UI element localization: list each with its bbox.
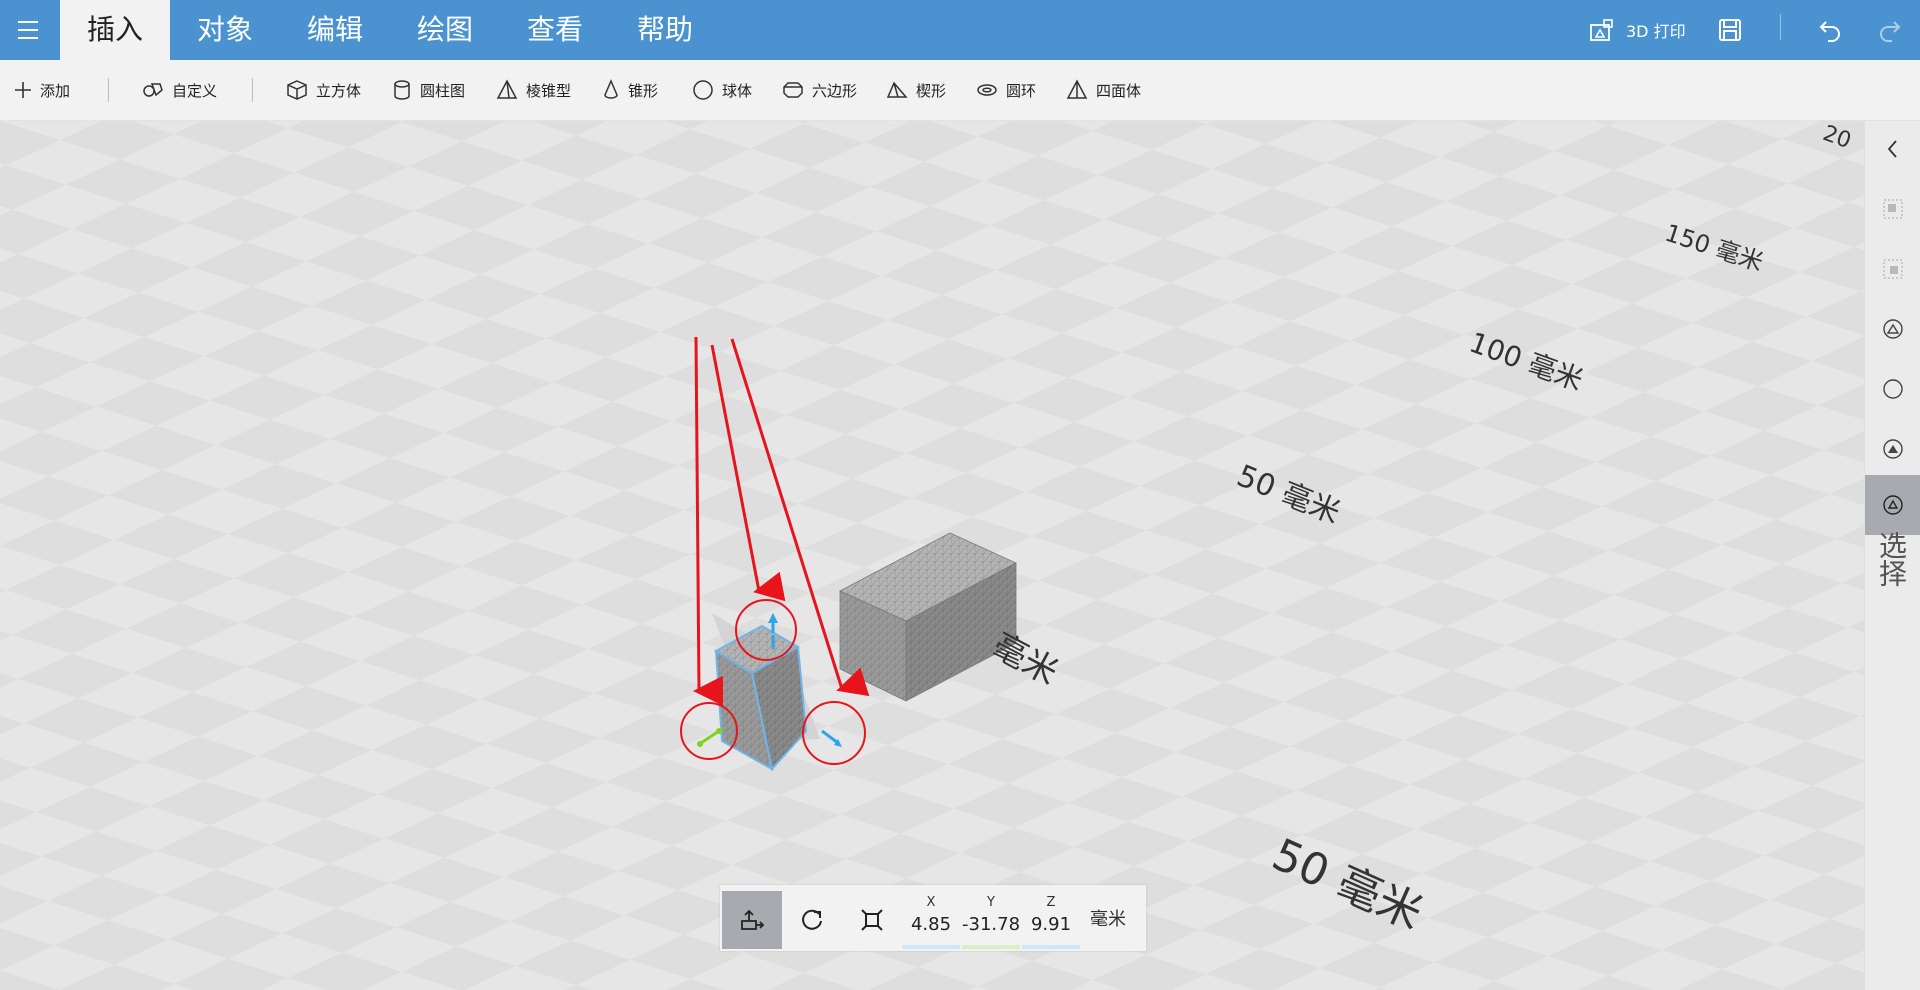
custom-button[interactable]: 自定义 bbox=[142, 60, 217, 120]
print-3d-label: 3D 打印 bbox=[1626, 22, 1686, 41]
right-rail: 选择 bbox=[1864, 121, 1920, 990]
coord-value-z[interactable]: 9.91 bbox=[1022, 914, 1080, 935]
add-label: 添加 bbox=[40, 81, 71, 100]
shape-label: 棱锥型 bbox=[526, 81, 572, 100]
shape-label: 圆环 bbox=[1006, 81, 1037, 100]
select-label[interactable]: 选择 bbox=[1875, 531, 1911, 587]
select-button[interactable] bbox=[1865, 475, 1920, 535]
axis-bar-z bbox=[1022, 945, 1080, 949]
chevron-left-icon bbox=[1887, 140, 1897, 158]
shape-tetrahedron[interactable]: 四面体 bbox=[1066, 60, 1141, 120]
shape-label: 球体 bbox=[722, 81, 753, 100]
toolbar-separator bbox=[252, 78, 253, 102]
menu-separator bbox=[1780, 14, 1781, 40]
select-icon bbox=[1883, 495, 1903, 515]
mirror-icon bbox=[1883, 439, 1903, 459]
save-icon[interactable] bbox=[1714, 14, 1746, 46]
tab-edit[interactable]: 编辑 bbox=[290, 0, 380, 60]
scene-canvas[interactable] bbox=[0, 121, 1864, 990]
shape-torus[interactable]: 圆环 bbox=[976, 60, 1036, 120]
shape-cone[interactable]: 锥形 bbox=[602, 60, 658, 120]
toolbar-separator bbox=[108, 78, 109, 102]
shape-label: 六边形 bbox=[812, 81, 858, 100]
hexagon-icon bbox=[783, 82, 803, 98]
plus-icon bbox=[15, 82, 31, 98]
move-icon bbox=[741, 909, 765, 930]
mirror-button[interactable] bbox=[1865, 421, 1920, 477]
group-button[interactable] bbox=[1865, 181, 1920, 237]
collapse-panel-button[interactable] bbox=[1865, 121, 1920, 177]
ungroup-icon bbox=[1883, 259, 1903, 279]
undo-icon[interactable] bbox=[1814, 14, 1846, 46]
shape-wedge[interactable]: 楔形 bbox=[886, 60, 946, 120]
shape-label: 锥形 bbox=[628, 81, 659, 100]
cone-icon bbox=[604, 79, 618, 99]
coord-z[interactable]: Z 9.91 bbox=[1022, 891, 1080, 949]
add-button[interactable]: 添加 bbox=[14, 60, 70, 120]
move-tool-button[interactable] bbox=[722, 891, 782, 949]
insert-toolbar: 添加 自定义 立方体 圆柱图 棱锥型 锥形 球体 六边形 楔形 圆环 四面体 bbox=[0, 60, 1920, 121]
cube-icon bbox=[287, 80, 307, 100]
group-icon bbox=[1883, 199, 1903, 219]
pyramid-icon bbox=[496, 79, 518, 99]
align-button[interactable] bbox=[1865, 301, 1920, 357]
scale-tool-button[interactable] bbox=[842, 891, 902, 949]
tetrahedron-icon bbox=[1066, 79, 1088, 99]
scale-icon bbox=[861, 909, 883, 931]
transform-panel: X 4.85 Y -31.78 Z 9.91 毫米 bbox=[720, 885, 1146, 951]
tab-help[interactable]: 帮助 bbox=[620, 0, 710, 60]
tab-object[interactable]: 对象 bbox=[180, 0, 270, 60]
shape-label: 四面体 bbox=[1096, 81, 1142, 100]
axis-bar-x bbox=[902, 945, 960, 949]
shape-label: 立方体 bbox=[316, 81, 362, 100]
hamburger-menu-icon[interactable] bbox=[0, 0, 56, 60]
coord-value-x[interactable]: 4.85 bbox=[902, 914, 960, 935]
redo-icon[interactable] bbox=[1874, 14, 1906, 46]
coord-value-y[interactable]: -31.78 bbox=[962, 914, 1020, 935]
ungroup-button[interactable] bbox=[1865, 241, 1920, 297]
3d-viewport[interactable]: 20 150 毫米 100 毫米 50 毫米 毫米 50 毫米 bbox=[0, 121, 1864, 990]
axis-bar-y bbox=[962, 945, 1020, 949]
unit-selector[interactable]: 毫米 bbox=[1090, 905, 1126, 931]
coord-x[interactable]: X 4.85 bbox=[902, 891, 960, 949]
shape-cylinder[interactable]: 圆柱图 bbox=[392, 60, 465, 120]
align-icon bbox=[1883, 319, 1903, 339]
custom-shapes-icon bbox=[143, 83, 163, 97]
sphere-icon bbox=[693, 80, 713, 100]
tab-draw[interactable]: 绘图 bbox=[400, 0, 490, 60]
coord-y[interactable]: Y -31.78 bbox=[962, 891, 1020, 949]
wedge-icon bbox=[886, 81, 908, 98]
axis-label-y: Y bbox=[987, 895, 995, 910]
tab-view[interactable]: 查看 bbox=[510, 0, 600, 60]
menu-bar: 插入 对象 编辑 绘图 查看 帮助 3D 打印 bbox=[0, 0, 1920, 60]
shape-label: 圆柱图 bbox=[420, 81, 466, 100]
shape-pyramid[interactable]: 棱锥型 bbox=[496, 60, 571, 120]
shape-hexagon[interactable]: 六边形 bbox=[782, 60, 857, 120]
print-3d-icon bbox=[1590, 19, 1613, 41]
custom-label: 自定义 bbox=[172, 81, 218, 100]
circle-icon bbox=[1883, 379, 1903, 399]
shape-label: 楔形 bbox=[916, 81, 947, 100]
circle-tool-button[interactable] bbox=[1865, 361, 1920, 417]
shape-sphere[interactable]: 球体 bbox=[692, 60, 752, 120]
print-3d-button[interactable]: 3D 打印 bbox=[1588, 0, 1686, 60]
cylinder-icon bbox=[394, 80, 410, 100]
tab-insert[interactable]: 插入 bbox=[60, 0, 170, 60]
shape-cube[interactable]: 立方体 bbox=[286, 60, 361, 120]
rotate-icon bbox=[802, 909, 822, 930]
axis-label-z: Z bbox=[1046, 895, 1056, 910]
torus-icon bbox=[977, 84, 997, 96]
rotate-tool-button[interactable] bbox=[782, 891, 842, 949]
axis-label-x: X bbox=[926, 895, 936, 910]
